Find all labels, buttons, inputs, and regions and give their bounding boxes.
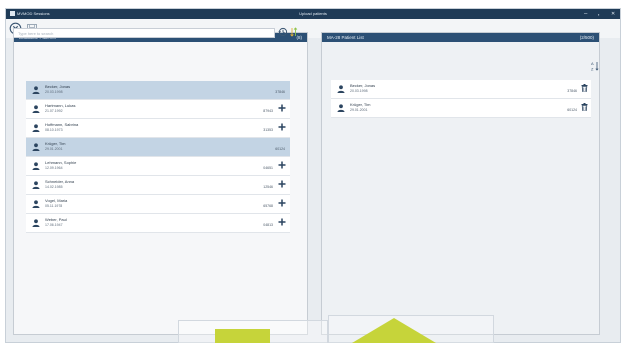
search-field[interactable] <box>13 28 275 38</box>
patient-row[interactable]: Krüger, Tim 29.01.2001 60124 <box>26 138 290 157</box>
person-icon <box>32 86 40 94</box>
add-patient-button[interactable] <box>277 180 286 189</box>
sort-icon <box>290 27 298 37</box>
patient-row[interactable]: Krüger, Tim 29.01.2001 60124 <box>331 99 591 118</box>
person-icon <box>337 85 345 93</box>
person-icon <box>32 162 40 170</box>
patient-name: Becker, Jonas <box>350 83 376 88</box>
patient-name: Vogel, Maria <box>45 198 68 203</box>
patient-birthdate: 29.01.2001 <box>350 108 368 112</box>
patient-name: Hartmann, Lukas <box>45 103 76 108</box>
patient-id: 04651 <box>263 166 273 170</box>
close-button[interactable]: ✕ <box>611 10 615 18</box>
patient-row[interactable]: Becker, Jonas 20.03.1998 37846 <box>26 81 290 100</box>
person-icon <box>32 181 40 189</box>
patient-name: Krüger, Tim <box>350 102 371 107</box>
patient-birthdate: 20.03.1998 <box>350 89 368 93</box>
patient-name: Weber, Paul <box>45 217 67 222</box>
patient-id: 12546 <box>263 185 273 189</box>
add-patient-button[interactable] <box>277 104 286 113</box>
plus-icon <box>278 218 286 227</box>
maximize-button[interactable]: ▪ <box>598 11 599 19</box>
remove-patient-button[interactable] <box>580 103 589 112</box>
person-icon <box>32 143 40 151</box>
plus-icon <box>278 161 286 170</box>
patient-id: 37846 <box>567 89 577 93</box>
upload-patient-count: (2/500) <box>579 35 594 40</box>
patient-id: 31353 <box>263 128 273 132</box>
add-patient-button[interactable] <box>277 161 286 170</box>
patient-birthdate: 20.03.1998 <box>45 90 63 94</box>
add-patient-button[interactable] <box>277 199 286 208</box>
patient-name: Krüger, Tim <box>45 141 66 146</box>
patient-row[interactable]: Schneider, Anna 14.02.1985 12546 <box>26 176 290 195</box>
patient-id: 60124 <box>275 147 285 151</box>
patient-birthdate: 05.11.1978 <box>45 204 63 208</box>
patient-birthdate: 12.09.1964 <box>45 166 63 170</box>
patient-name: Becker, Jonas <box>45 84 71 89</box>
window-title: Upload patients <box>299 11 327 16</box>
patient-birthdate: 17.06.1947 <box>45 223 63 227</box>
history-button[interactable] <box>278 27 288 37</box>
search-input[interactable] <box>14 29 274 37</box>
patient-row[interactable]: Weber, Paul 17.06.1947 04813 <box>26 214 290 233</box>
patient-id: 87943 <box>263 109 273 113</box>
person-icon <box>32 105 40 113</box>
svg-text:Z: Z <box>591 66 594 71</box>
person-icon <box>32 219 40 227</box>
plus-icon <box>278 104 286 113</box>
green-square-decoration <box>215 329 270 343</box>
sort-alpha-button[interactable]: A Z <box>591 61 599 71</box>
history-icon <box>278 27 288 37</box>
sort-button[interactable] <box>290 27 298 37</box>
patient-birthdate: 14.02.1985 <box>45 185 63 189</box>
patient-row[interactable]: Becker, Jonas 20.03.1998 37846 <box>331 80 591 99</box>
remove-patient-button[interactable] <box>580 84 589 93</box>
patient-row[interactable]: Hartmann, Lukas 21.07.1992 87943 <box>26 100 290 119</box>
patient-id: 04813 <box>263 223 273 227</box>
patient-id: 60124 <box>567 108 577 112</box>
patient-id: 65768 <box>263 204 273 208</box>
patient-row[interactable]: Lehmann, Sophie 12.09.1964 04651 <box>26 157 290 176</box>
patient-name: Hoffmann, Sabrina <box>45 122 79 127</box>
person-icon <box>32 200 40 208</box>
upload-panel-header: MA-28 Patient List (2/500) <box>322 33 599 42</box>
add-patient-button[interactable] <box>277 218 286 227</box>
minimize-button[interactable]: – <box>584 10 587 18</box>
patient-row[interactable]: Hoffmann, Sabrina 08.10.1973 31353 <box>26 119 290 138</box>
sort-alpha-icon: A Z <box>591 61 599 71</box>
plus-icon <box>278 180 286 189</box>
plus-icon <box>278 199 286 208</box>
person-icon <box>337 104 345 112</box>
patient-birthdate: 08.10.1973 <box>45 128 63 132</box>
patient-birthdate: 21.07.1992 <box>45 109 63 113</box>
upload-patient-list: Becker, Jonas 20.03.1998 37846 Krüger, Tim 2… <box>331 80 591 118</box>
title-bar: MVMOD Sessions Upload patients – ▪ ✕ <box>6 9 620 19</box>
patient-row[interactable]: Vogel, Maria 05.11.1978 65768 <box>26 195 290 214</box>
upload-panel-title: MA-28 Patient List <box>327 35 364 40</box>
green-triangle-decoration <box>352 318 436 343</box>
upload-list-panel: MA-28 Patient List (2/500) <box>321 32 600 335</box>
trash-icon <box>581 84 588 93</box>
person-icon <box>32 124 40 132</box>
patient-name: Schneider, Anna <box>45 179 75 184</box>
plus-icon <box>278 123 286 132</box>
patient-name: Lehmann, Sophie <box>45 160 77 165</box>
add-patient-button[interactable] <box>277 123 286 132</box>
patient-birthdate: 29.01.2001 <box>45 147 63 151</box>
database-patient-list: Becker, Jonas 20.03.1998 37846 Hartmann, Lu… <box>26 81 290 233</box>
trash-icon <box>581 103 588 112</box>
patient-id: 37846 <box>275 90 285 94</box>
